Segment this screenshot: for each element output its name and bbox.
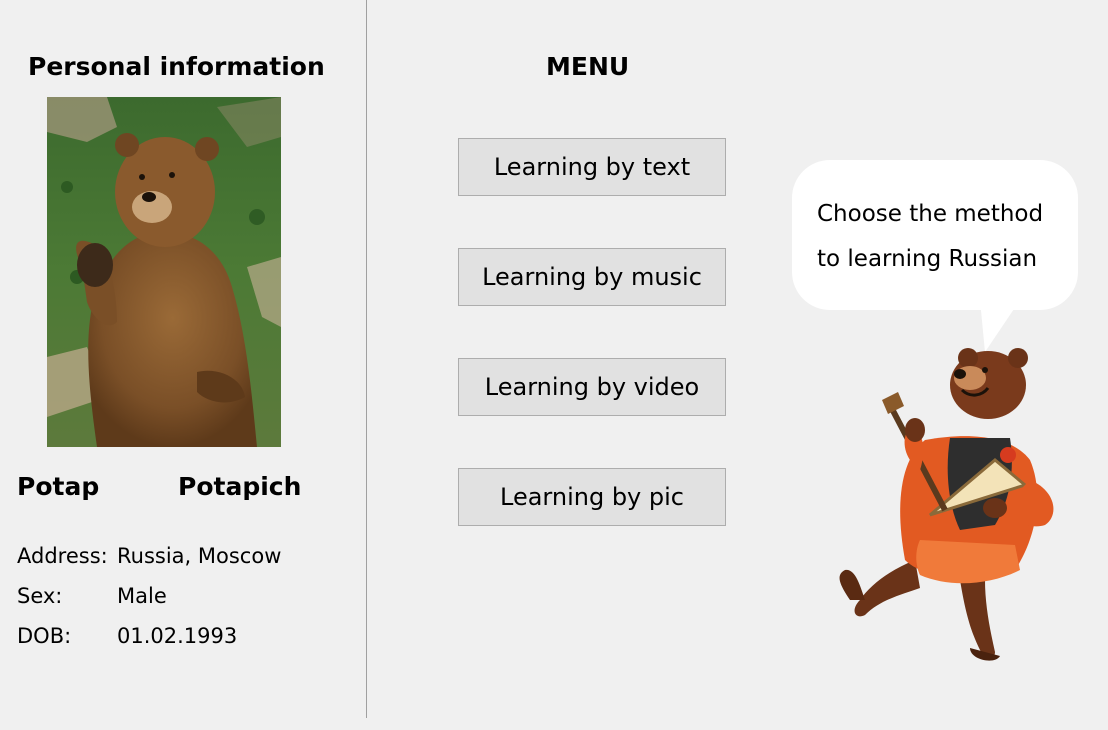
learning-by-pic-button[interactable]: Learning by pic	[458, 468, 726, 526]
panel-divider	[366, 0, 367, 718]
dob-value: 01.02.1993	[117, 624, 238, 648]
dob-label: DOB:	[17, 624, 72, 648]
dancing-bear-icon	[839, 348, 1054, 661]
info-row-sex: Sex: Male	[17, 584, 167, 608]
learning-by-video-button[interactable]: Learning by video	[458, 358, 726, 416]
last-name: Potapich	[178, 472, 302, 501]
speech-line-1: Choose the method	[817, 201, 1044, 227]
bear-photo	[47, 97, 281, 447]
first-name: Potap	[17, 472, 100, 501]
speech-line-2: to learning Russian	[817, 246, 1038, 272]
sex-label: Sex:	[17, 584, 63, 608]
learning-by-text-button[interactable]: Learning by text	[458, 138, 726, 196]
speech-bubble: Choose the method to learning Russian	[792, 160, 1078, 310]
personal-info-title: Personal information	[28, 52, 325, 81]
menu-title: MENU	[546, 52, 630, 81]
address-label: Address:	[17, 544, 108, 568]
learning-by-music-button[interactable]: Learning by music	[458, 248, 726, 306]
sex-value: Male	[117, 584, 167, 608]
info-row-dob: DOB: 01.02.1993	[17, 624, 237, 648]
address-value: Russia, Moscow	[117, 544, 282, 568]
info-row-address: Address: Russia, Moscow	[17, 544, 281, 568]
